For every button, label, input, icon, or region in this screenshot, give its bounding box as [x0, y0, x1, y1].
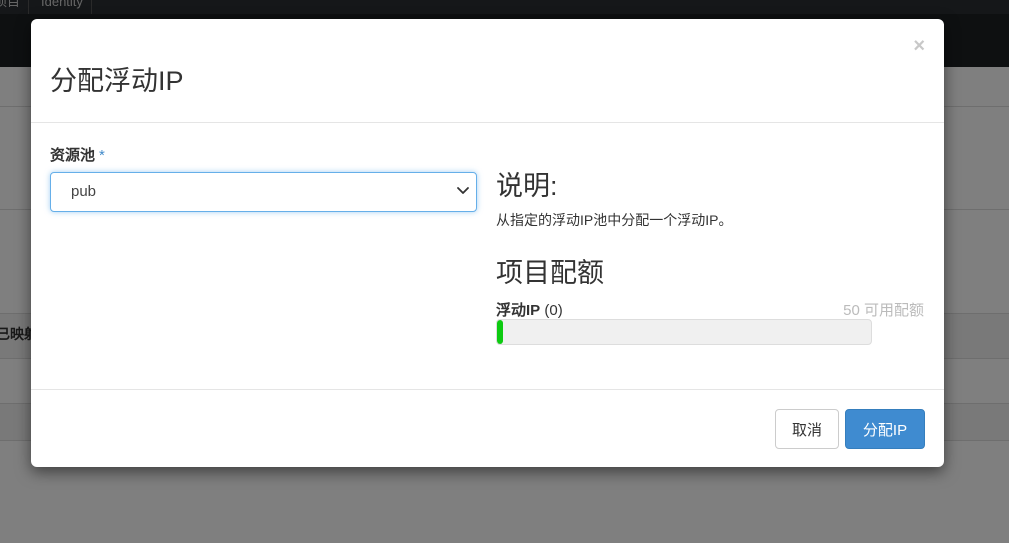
required-marker: *	[99, 147, 105, 164]
pool-field-label: 资源池 *	[50, 144, 105, 165]
quota-item-name: 浮动IP	[496, 302, 541, 319]
description-heading: 说明:	[496, 171, 558, 201]
chevron-down-icon	[457, 187, 469, 194]
quota-label: 浮动IP (0)	[496, 299, 563, 320]
modal-title: 分配浮动IP	[50, 66, 184, 96]
modal-header: 分配浮动IP ×	[31, 19, 944, 123]
modal-footer: 取消 分配IP	[31, 389, 944, 468]
allocate-floating-ip-dialog: 分配浮动IP × 资源池 * pub 说明: 从指定的浮动IP池中分配一个浮动IP…	[31, 19, 944, 467]
cancel-button[interactable]: 取消	[775, 409, 839, 449]
quota-heading: 项目配额	[496, 258, 604, 288]
pool-select-value: pub	[71, 183, 97, 200]
close-icon[interactable]: ×	[913, 35, 925, 58]
quota-progress-bar	[496, 319, 872, 345]
quota-available: 50 可用配额	[843, 302, 924, 319]
pool-select[interactable]: pub	[50, 172, 477, 212]
pool-label-text: 资源池	[50, 147, 96, 164]
quota-progress-fill	[497, 320, 503, 344]
allocate-ip-button[interactable]: 分配IP	[845, 409, 925, 449]
quota-item-used: (0)	[544, 302, 563, 319]
description-text: 从指定的浮动IP池中分配一个浮动IP。	[496, 212, 733, 228]
